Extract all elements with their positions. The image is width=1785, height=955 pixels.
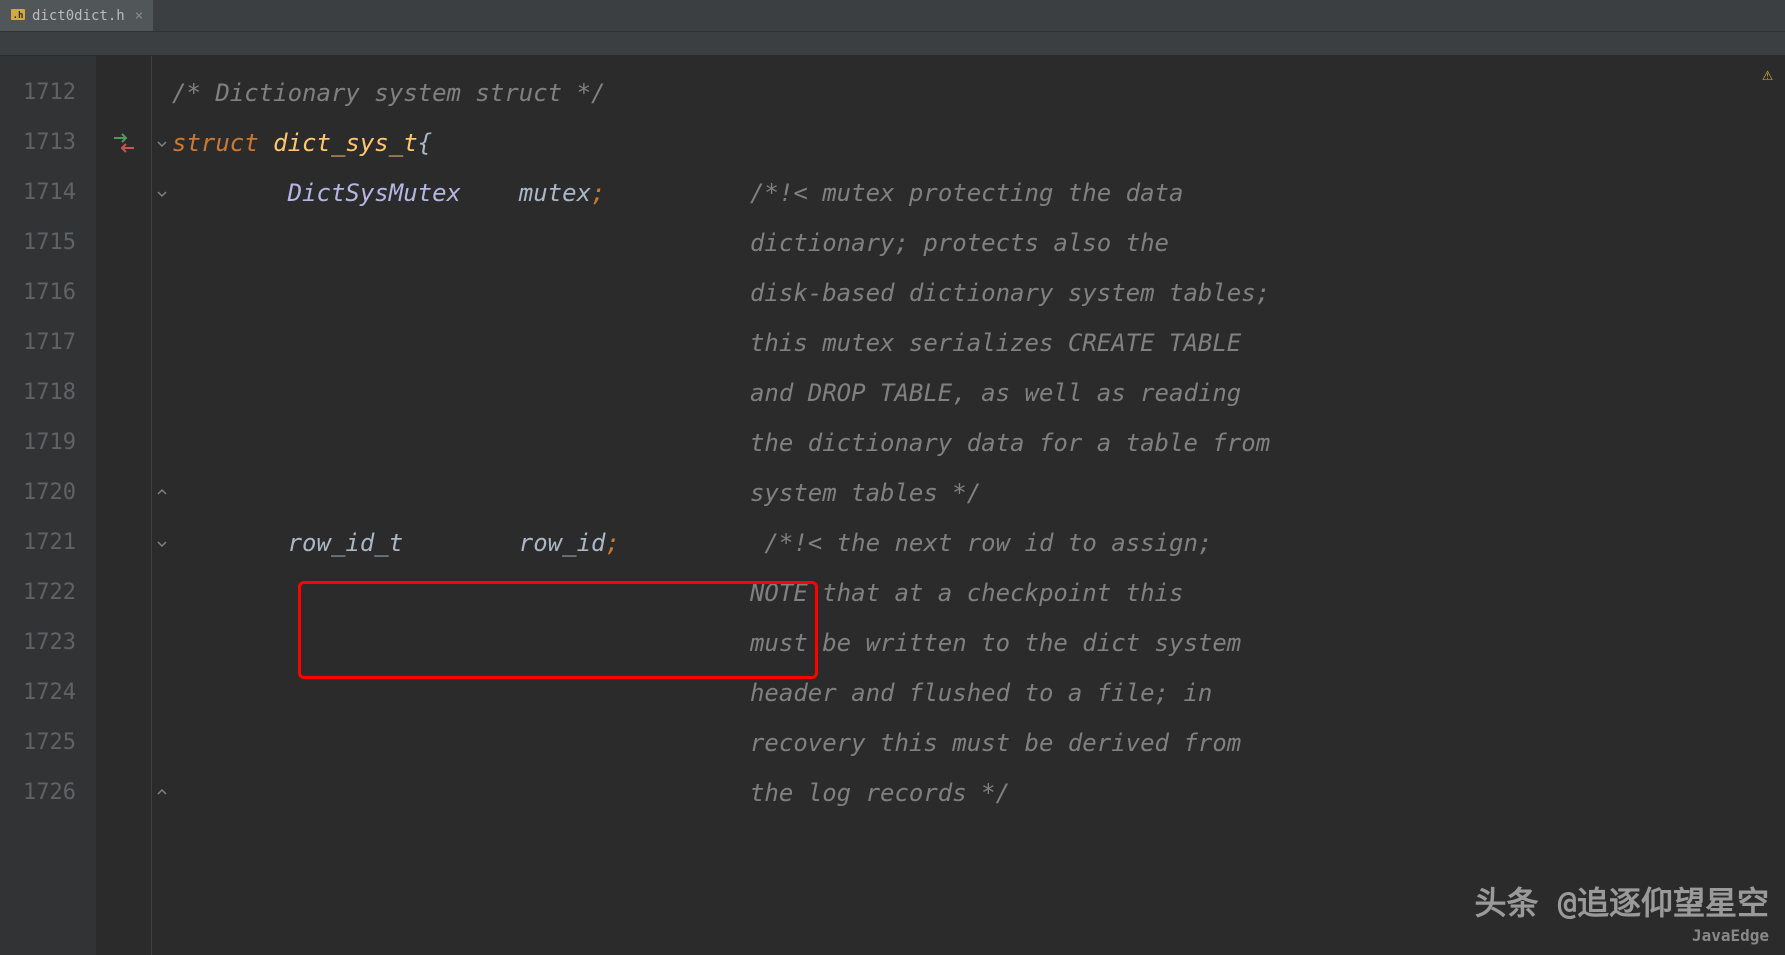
line-number: 1725 bbox=[0, 718, 96, 768]
code-line: system tables */ bbox=[172, 468, 1785, 518]
fold-close-icon[interactable] bbox=[152, 768, 172, 818]
code-line: recovery this must be derived from bbox=[172, 718, 1785, 768]
line-number: 1718 bbox=[0, 368, 96, 418]
line-number: 1726 bbox=[0, 768, 96, 818]
line-number: 1719 bbox=[0, 418, 96, 468]
fold-close-icon[interactable] bbox=[152, 468, 172, 518]
line-number: 1724 bbox=[0, 668, 96, 718]
line-number: 1714 bbox=[0, 168, 96, 218]
file-h-icon: .h bbox=[10, 6, 26, 26]
toolbar-strip bbox=[0, 32, 1785, 56]
line-number: 1716 bbox=[0, 268, 96, 318]
file-tab[interactable]: .h dict0dict.h × bbox=[0, 0, 153, 31]
code-line: the log records */ bbox=[172, 768, 1785, 818]
code-line: and DROP TABLE, as well as reading bbox=[172, 368, 1785, 418]
code-line: row_id_t row_id; /*!< the next row id to… bbox=[172, 518, 1785, 568]
fold-column bbox=[152, 56, 172, 955]
line-number: 1723 bbox=[0, 618, 96, 668]
code-editor[interactable]: 1712 1713 1714 1715 1716 1717 1718 1719 … bbox=[0, 56, 1785, 955]
line-number: 1721 bbox=[0, 518, 96, 568]
line-number-gutter: 1712 1713 1714 1715 1716 1717 1718 1719 … bbox=[0, 56, 96, 955]
code-line: NOTE that at a checkpoint this bbox=[172, 568, 1785, 618]
code-line: DictSysMutex mutex; /*!< mutex protectin… bbox=[172, 168, 1785, 218]
code-line: /* Dictionary system struct */ bbox=[172, 68, 1785, 118]
code-line: the dictionary data for a table from bbox=[172, 418, 1785, 468]
line-number: 1713 bbox=[0, 118, 96, 168]
fold-toggle-icon[interactable] bbox=[152, 168, 172, 218]
fold-toggle-icon[interactable] bbox=[152, 118, 172, 168]
code-line: disk-based dictionary system tables; bbox=[172, 268, 1785, 318]
line-number: 1720 bbox=[0, 468, 96, 518]
close-icon[interactable]: × bbox=[135, 8, 143, 24]
code-line: must be written to the dict system bbox=[172, 618, 1785, 668]
code-line: this mutex serializes CREATE TABLE bbox=[172, 318, 1785, 368]
svg-text:.h: .h bbox=[13, 11, 24, 21]
line-number: 1722 bbox=[0, 568, 96, 618]
line-number: 1717 bbox=[0, 318, 96, 368]
tab-filename: dict0dict.h bbox=[32, 8, 125, 24]
tab-bar: .h dict0dict.h × bbox=[0, 0, 1785, 32]
diff-marker-icon bbox=[96, 118, 151, 168]
watermark: 头条 @追逐仰望星空 JavaEdge bbox=[1474, 878, 1769, 945]
code-area[interactable]: /* Dictionary system struct */ struct di… bbox=[172, 56, 1785, 955]
code-line: header and flushed to a file; in bbox=[172, 668, 1785, 718]
marker-column bbox=[96, 56, 152, 955]
line-number: 1715 bbox=[0, 218, 96, 268]
code-line: struct dict_sys_t{ bbox=[172, 118, 1785, 168]
line-number: 1712 bbox=[0, 68, 96, 118]
code-line: dictionary; protects also the bbox=[172, 218, 1785, 268]
fold-toggle-icon[interactable] bbox=[152, 518, 172, 568]
